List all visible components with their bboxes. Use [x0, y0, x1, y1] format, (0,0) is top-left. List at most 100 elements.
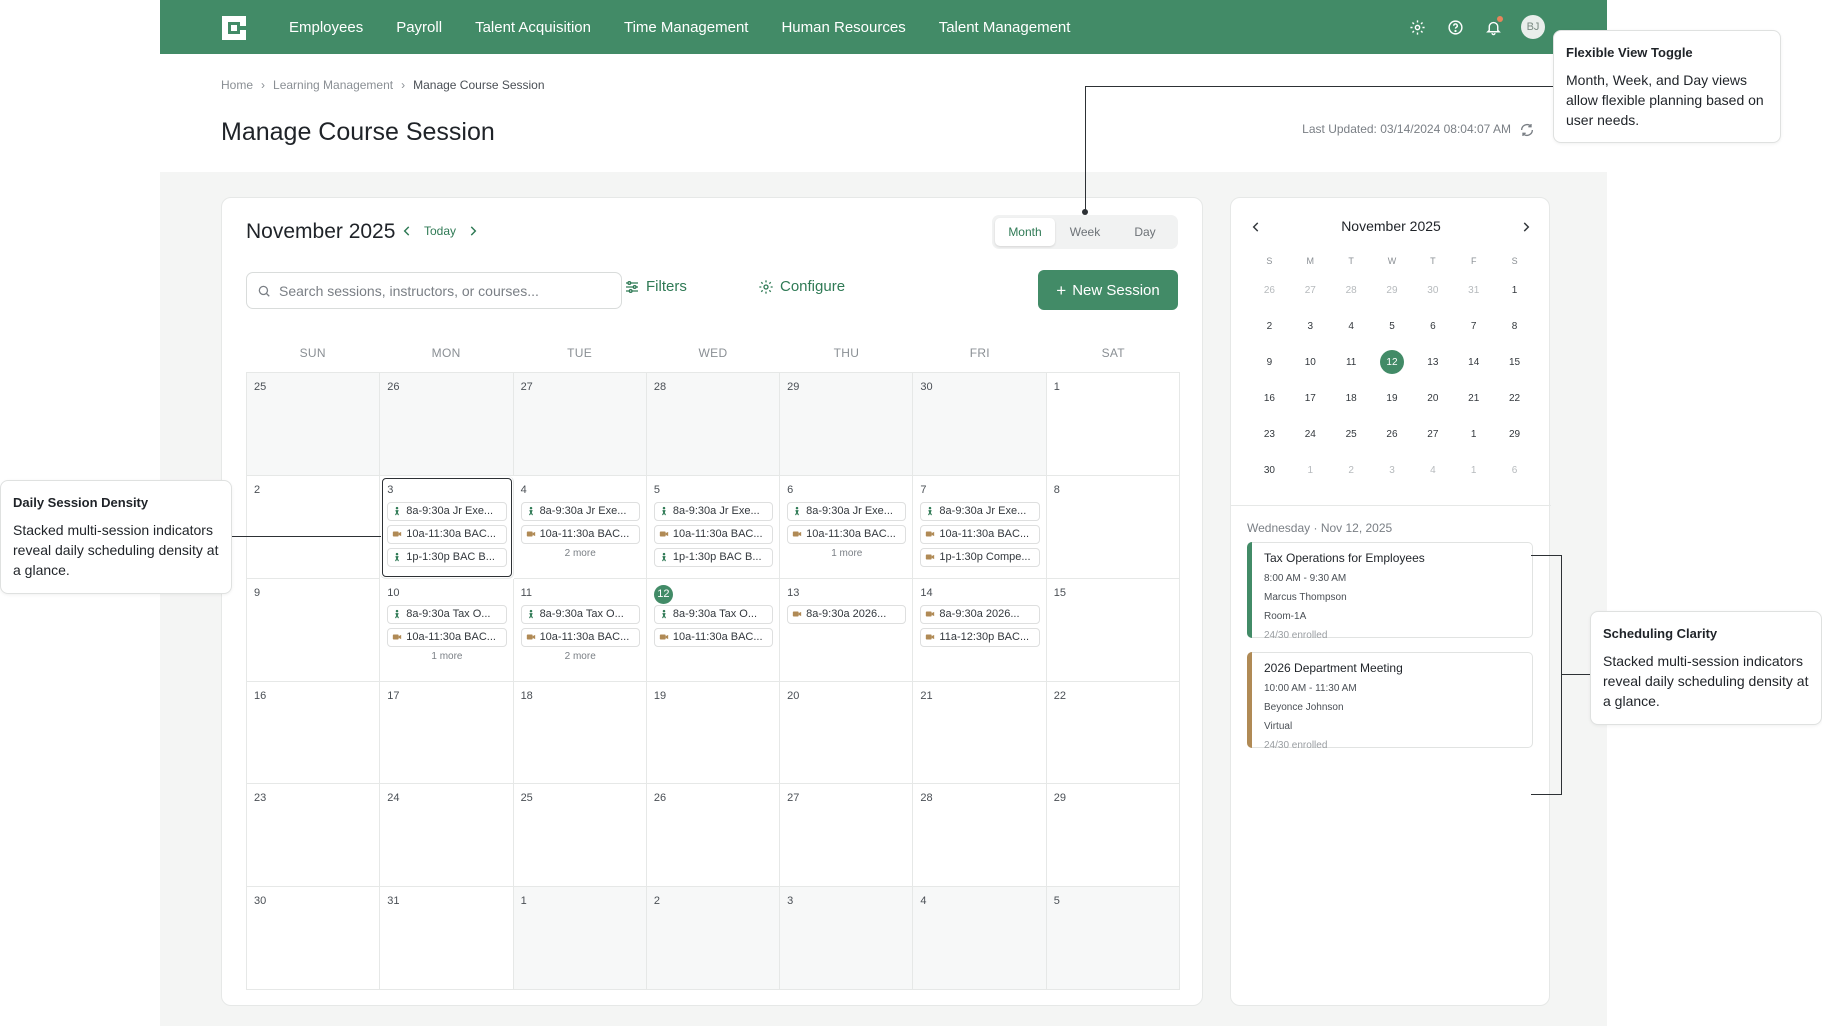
view-month-button[interactable]: Month [995, 218, 1055, 246]
view-week-button[interactable]: Week [1055, 218, 1115, 246]
mini-calendar-day[interactable]: 20 [1412, 380, 1453, 416]
mini-calendar-day[interactable]: 15 [1494, 344, 1535, 380]
more-sessions-link[interactable]: 2 more [521, 548, 640, 559]
more-sessions-link[interactable]: 2 more [521, 651, 640, 662]
session-chip[interactable]: 10a-11:30a BAC... [920, 524, 1040, 544]
session-chip[interactable]: 10a-11:30a BAC... [653, 524, 774, 544]
session-chip[interactable]: 1p-1:30p Compe... [920, 547, 1040, 567]
settings-gear-icon[interactable] [1407, 17, 1427, 37]
mini-calendar-day[interactable]: 22 [1494, 380, 1535, 416]
mini-calendar-day[interactable]: 24 [1290, 416, 1331, 452]
calendar-day-cell[interactable]: 21 [913, 681, 1047, 785]
mini-calendar-day[interactable]: 29 [1494, 416, 1535, 452]
nav-item-2[interactable]: Talent Acquisition [475, 19, 591, 36]
mini-calendar-day[interactable]: 29 [1372, 272, 1413, 308]
calendar-day-cell[interactable]: 3 8a-9:30a Jr Exe... 10a-11:30a BAC... 1p-1… [380, 475, 514, 579]
mini-calendar-day[interactable]: 6 [1494, 452, 1535, 488]
configure-button[interactable]: Configure [758, 278, 845, 295]
mini-calendar-day[interactable]: 11 [1331, 344, 1372, 380]
mini-calendar-day[interactable]: 4 [1412, 452, 1453, 488]
calendar-day-cell[interactable]: 15 [1046, 578, 1180, 682]
mini-calendar-day[interactable]: 23 [1249, 416, 1290, 452]
calendar-day-cell[interactable]: 18 [513, 681, 647, 785]
mini-calendar-day[interactable]: 3 [1290, 308, 1331, 344]
mini-calendar-day[interactable]: 6 [1412, 308, 1453, 344]
calendar-day-cell[interactable]: 25 [247, 373, 381, 476]
mini-calendar-day[interactable]: 13 [1412, 344, 1453, 380]
calendar-day-cell[interactable]: 8 [1046, 475, 1180, 579]
session-chip[interactable]: 8a-9:30a Jr Exe... [520, 501, 640, 521]
session-chip[interactable]: 1p-1:30p BAC B... [387, 547, 507, 567]
calendar-day-cell[interactable]: 5 8a-9:30a Jr Exe... 10a-11:30a BAC... 1p-1… [646, 475, 781, 579]
session-chip[interactable]: 8a-9:30a Tax O... [653, 604, 774, 624]
mini-calendar-day[interactable]: 9 [1249, 344, 1290, 380]
filters-button[interactable]: Filters [624, 278, 687, 295]
mini-calendar-day[interactable]: 1 [1453, 416, 1494, 452]
mini-calendar-day[interactable]: 30 [1412, 272, 1453, 308]
mini-calendar-day[interactable]: 16 [1249, 380, 1290, 416]
calendar-day-cell[interactable]: 3 [780, 887, 914, 990]
notifications-bell-icon[interactable] [1483, 16, 1503, 37]
calendar-day-cell[interactable]: 14 8a-9:30a 2026... 11a-12:30p BAC... [913, 578, 1047, 682]
session-chip[interactable]: 8a-9:30a Jr Exe... [920, 501, 1040, 521]
calendar-day-cell[interactable]: 11 8a-9:30a Tax O... 10a-11:30a BAC... 2 mo… [513, 578, 647, 682]
session-chip[interactable]: 10a-11:30a BAC... [520, 524, 640, 544]
calendar-day-cell[interactable]: 9 [247, 578, 381, 682]
today-button[interactable]: Today [424, 224, 456, 238]
mini-calendar-day[interactable]: 12 [1372, 344, 1413, 380]
calendar-day-cell[interactable]: 2 [646, 887, 781, 990]
calendar-day-cell[interactable]: 30 [247, 887, 381, 990]
nav-item-1[interactable]: Payroll [396, 19, 442, 36]
mini-calendar-day[interactable]: 30 [1249, 452, 1290, 488]
help-icon[interactable] [1445, 17, 1465, 37]
calendar-day-cell[interactable]: 25 [513, 784, 647, 888]
calendar-day-cell[interactable]: 13 8a-9:30a 2026... [780, 578, 914, 682]
session-chip[interactable]: 8a-9:30a Jr Exe... [787, 501, 907, 521]
mini-calendar-day[interactable]: 14 [1453, 344, 1494, 380]
calendar-day-cell[interactable]: 17 [380, 681, 514, 785]
mini-calendar-day[interactable]: 3 [1372, 452, 1413, 488]
calendar-day-cell[interactable]: 16 [247, 681, 381, 785]
session-chip[interactable]: 10a-11:30a BAC... [653, 627, 774, 647]
calendar-day-cell[interactable]: 24 [380, 784, 514, 888]
calendar-day-cell[interactable]: 19 [646, 681, 781, 785]
chevron-right-icon[interactable] [466, 224, 480, 238]
mini-calendar-day[interactable]: 1 [1290, 452, 1331, 488]
mini-calendar-day[interactable]: 18 [1331, 380, 1372, 416]
session-chip[interactable]: 1p-1:30p BAC B... [653, 547, 774, 567]
calendar-day-cell[interactable]: 29 [780, 373, 914, 476]
session-chip[interactable]: 11a-12:30p BAC... [920, 627, 1040, 647]
session-chip[interactable]: 10a-11:30a BAC... [787, 524, 907, 544]
session-chip[interactable]: 8a-9:30a Tax O... [387, 604, 507, 624]
mini-calendar-day[interactable]: 27 [1290, 272, 1331, 308]
mini-calendar-day[interactable]: 21 [1453, 380, 1494, 416]
mini-calendar-day[interactable]: 26 [1249, 272, 1290, 308]
more-sessions-link[interactable]: 1 more [387, 651, 506, 662]
calendar-day-cell[interactable]: 26 [646, 784, 781, 888]
breadcrumb-learning-management-link[interactable]: Learning Management [273, 78, 393, 92]
calendar-day-cell[interactable]: 2 [247, 475, 381, 579]
mini-calendar-day[interactable]: 8 [1494, 308, 1535, 344]
mini-calendar-day[interactable]: 28 [1331, 272, 1372, 308]
mini-calendar-day[interactable]: 17 [1290, 380, 1331, 416]
mini-calendar-day[interactable]: 1 [1453, 452, 1494, 488]
calendar-day-cell[interactable]: 1 [513, 887, 647, 990]
company-logo-icon[interactable] [222, 16, 246, 40]
chevron-left-icon[interactable] [400, 224, 414, 238]
mini-calendar-day[interactable]: 31 [1453, 272, 1494, 308]
calendar-day-cell[interactable]: 31 [380, 887, 514, 990]
calendar-day-cell[interactable]: 12 8a-9:30a Tax O... 10a-11:30a BAC... [646, 578, 781, 682]
calendar-day-cell[interactable]: 26 [380, 373, 514, 476]
session-card[interactable]: 2026 Department Meeting 10:00 AM - 11:30 … [1247, 652, 1533, 751]
session-card[interactable]: Tax Operations for Employees 8:00 AM - 9:… [1247, 542, 1533, 641]
session-chip[interactable]: 8a-9:30a Jr Exe... [653, 501, 774, 521]
mini-calendar-day[interactable]: 4 [1331, 308, 1372, 344]
mini-calendar-day[interactable]: 2 [1331, 452, 1372, 488]
new-session-button[interactable]: + New Session [1038, 270, 1178, 310]
session-chip[interactable]: 8a-9:30a Tax O... [520, 604, 640, 624]
calendar-day-cell[interactable]: 29 [1046, 784, 1180, 888]
mini-calendar-day[interactable]: 10 [1290, 344, 1331, 380]
calendar-day-cell[interactable]: 23 [247, 784, 381, 888]
calendar-day-cell[interactable]: 10 8a-9:30a Tax O... 10a-11:30a BAC... 1 mo… [380, 578, 514, 682]
session-chip[interactable]: 8a-9:30a 2026... [920, 604, 1040, 624]
